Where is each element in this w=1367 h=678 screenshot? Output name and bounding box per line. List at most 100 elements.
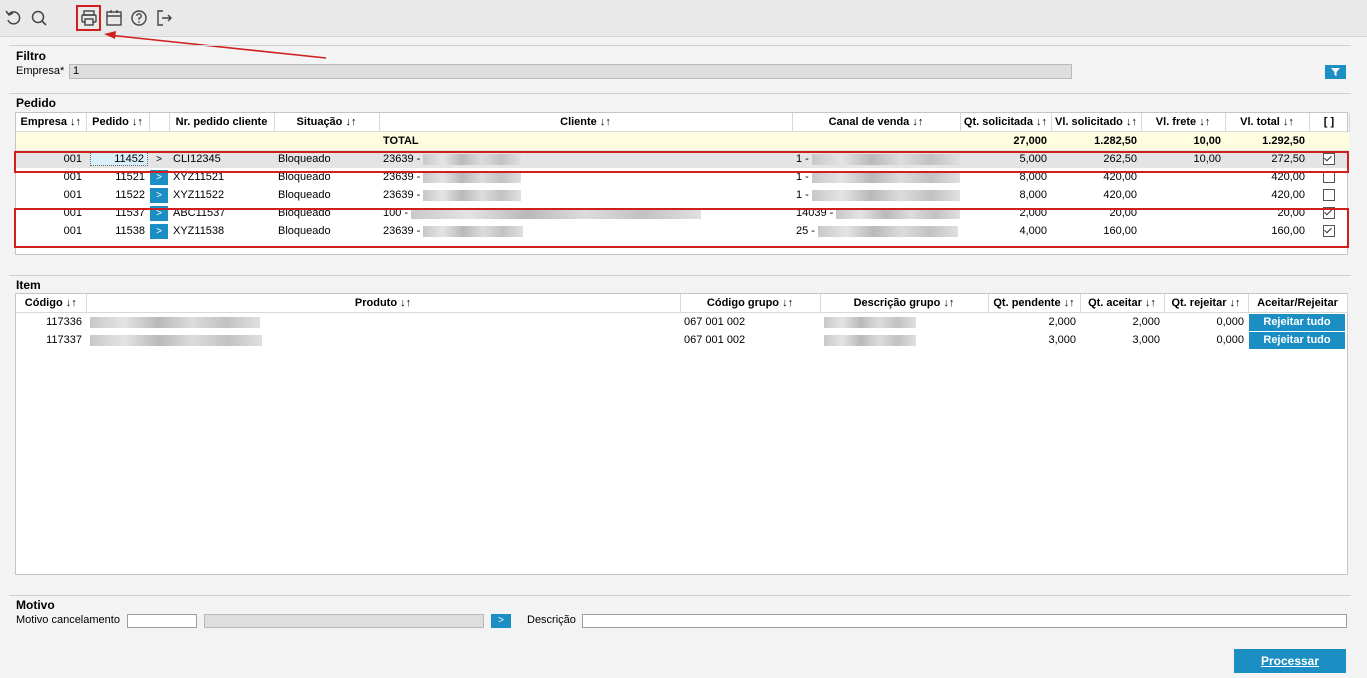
row-checkbox[interactable] [1323, 189, 1335, 202]
help-icon[interactable] [129, 8, 149, 28]
row-cliente: 100 - [383, 207, 409, 219]
row-cliente: 23639 - [383, 153, 421, 165]
row-checkbox[interactable] [1323, 153, 1335, 166]
row-pedido[interactable]: 11522 [86, 186, 149, 204]
print-highlight-box [76, 5, 101, 31]
row-go-button[interactable]: > [150, 205, 168, 221]
row-canal-cell: 1 - [792, 150, 960, 168]
row-go-button[interactable]: > [150, 152, 168, 167]
item-qt-rejeitar[interactable]: 0,000 [1164, 313, 1248, 332]
item-codigo: 117337 [46, 334, 82, 346]
row-frete [1141, 204, 1225, 222]
pedido-header-row: Empresa ↓↑ Pedido ↓↑ Nr. pedido cliente … [16, 113, 1350, 132]
item-qt-aceitar[interactable]: 2,000 [1080, 313, 1164, 332]
row-go-button[interactable]: > [150, 223, 168, 239]
redacted-text [90, 316, 260, 328]
filter-button[interactable] [1325, 65, 1346, 79]
row-pedido-input[interactable]: 11452 [90, 152, 148, 166]
item-produto-cell [86, 313, 680, 332]
col-go [149, 113, 170, 132]
item-qt-rejeitar[interactable]: 0,000 [1164, 331, 1248, 349]
row-situacao: Bloqueado [278, 153, 331, 165]
motivo-divider [9, 595, 1351, 596]
row-qt: 8,000 [1019, 171, 1047, 183]
item-qt-pendente: 2,000 [1048, 316, 1076, 328]
row-checkbox[interactable] [1323, 207, 1335, 220]
row-total: 160,00 [1271, 225, 1305, 237]
total-vl-total: 1.292,50 [1225, 131, 1309, 150]
pedido-row[interactable]: 001 11521 > XYZ11521 Bloqueado 23639 - 1… [16, 168, 1349, 186]
col-descricao-grupo[interactable]: Descrição grupo ↓↑ [820, 294, 989, 313]
col-cliente[interactable]: Cliente ↓↑ [379, 113, 793, 132]
col-qt-rejeitar[interactable]: Qt. rejeitar ↓↑ [1164, 294, 1249, 313]
row-pedido[interactable]: 11538 [86, 222, 149, 240]
col-situacao[interactable]: Situação ↓↑ [274, 113, 380, 132]
item-grid: Código ↓↑ Produto ↓↑ Código grupo ↓↑ Des… [15, 293, 1348, 575]
col-vl-solicitado[interactable]: Vl. solicitado ↓↑ [1051, 113, 1142, 132]
col-produto[interactable]: Produto ↓↑ [86, 294, 681, 313]
row-total: 272,50 [1271, 153, 1305, 165]
rejeitar-tudo-button[interactable]: Rejeitar tudo [1249, 313, 1345, 331]
row-cliente-cell: 23639 - [379, 222, 792, 240]
motivo-lookup-button[interactable]: > [491, 614, 511, 628]
row-checkbox[interactable] [1323, 171, 1335, 184]
col-codigo-grupo[interactable]: Código grupo ↓↑ [680, 294, 821, 313]
row-nr-cliente: XYZ11538 [173, 225, 225, 237]
pedido-row[interactable]: 001 11452 > CLI12345 Bloqueado 23639 - 1… [16, 150, 1349, 168]
item-row[interactable]: 117337 067 001 002 3,000 3,000 0,000 Rej… [16, 331, 1347, 349]
row-total: 420,00 [1271, 189, 1305, 201]
item-divider [9, 275, 1351, 276]
row-pedido[interactable]: 11521 [86, 168, 149, 186]
empresa-label: Empresa* [16, 65, 65, 77]
pedido-title: Pedido [16, 96, 57, 110]
row-checkbox[interactable] [1323, 225, 1335, 238]
item-row[interactable]: 117336 067 001 002 2,000 2,000 0,000 Rej… [16, 313, 1347, 332]
col-pedido[interactable]: Pedido ↓↑ [86, 113, 150, 132]
rejeitar-tudo-button[interactable]: Rejeitar tudo [1249, 331, 1345, 349]
row-pedido-cell[interactable]: 11452 [86, 150, 149, 168]
row-frete [1141, 186, 1225, 204]
pedido-row[interactable]: 001 11522 > XYZ11522 Bloqueado 23639 - 1… [16, 186, 1349, 204]
row-cliente: 23639 - [383, 171, 421, 183]
row-pedido[interactable]: 11537 [86, 204, 149, 222]
processar-button[interactable]: Processar [1234, 649, 1346, 673]
motivo-cancelamento-code-field[interactable] [127, 614, 197, 628]
row-nr-cliente: CLI12345 [173, 153, 221, 165]
col-qt-solicitada[interactable]: Qt. solicitada ↓↑ [960, 113, 1052, 132]
descricao-field[interactable] [582, 614, 1347, 628]
row-vl-solicitado: 20,00 [1109, 207, 1137, 219]
row-cliente-cell: 23639 - [379, 186, 792, 204]
redacted-text [423, 153, 522, 165]
logout-icon[interactable] [154, 8, 174, 28]
col-vl-frete[interactable]: Vl. frete ↓↑ [1141, 113, 1226, 132]
item-qt-aceitar[interactable]: 3,000 [1080, 331, 1164, 349]
col-vl-total[interactable]: Vl. total ↓↑ [1225, 113, 1310, 132]
pedido-row[interactable]: 001 11537 > ABC11537 Bloqueado 100 - 140… [16, 204, 1349, 222]
row-go-button[interactable]: > [150, 169, 168, 185]
total-label: TOTAL [379, 131, 792, 150]
row-go-button[interactable]: > [150, 187, 168, 203]
motivo-title: Motivo [16, 598, 55, 612]
col-select-all[interactable]: [ ] [1309, 113, 1350, 132]
col-qt-aceitar[interactable]: Qt. aceitar ↓↑ [1080, 294, 1165, 313]
col-nr-pedido-cliente[interactable]: Nr. pedido cliente [169, 113, 275, 132]
calendar-icon[interactable] [104, 8, 124, 28]
item-descricao-grupo-cell [820, 313, 988, 332]
item-codigo-grupo: 067 001 002 [684, 316, 746, 328]
pedido-row[interactable]: 001 11538 > XYZ11538 Bloqueado 23639 - 2… [16, 222, 1349, 240]
filtro-divider [9, 45, 1351, 46]
col-codigo[interactable]: Código ↓↑ [16, 294, 87, 313]
col-canal-venda[interactable]: Canal de venda ↓↑ [792, 113, 961, 132]
pedido-divider [9, 93, 1351, 94]
row-empresa: 001 [63, 207, 82, 219]
col-empresa[interactable]: Empresa ↓↑ [16, 113, 87, 132]
descricao-label: Descrição [527, 614, 576, 626]
col-qt-pendente[interactable]: Qt. pendente ↓↑ [988, 294, 1081, 313]
search-icon[interactable] [29, 8, 49, 28]
redacted-text [836, 207, 960, 219]
empresa-field[interactable]: 1 [69, 64, 1072, 79]
row-frete [1141, 222, 1225, 240]
item-header-row: Código ↓↑ Produto ↓↑ Código grupo ↓↑ Des… [16, 294, 1348, 313]
total-vl-frete: 10,00 [1141, 131, 1225, 150]
undo-icon[interactable] [4, 8, 24, 28]
